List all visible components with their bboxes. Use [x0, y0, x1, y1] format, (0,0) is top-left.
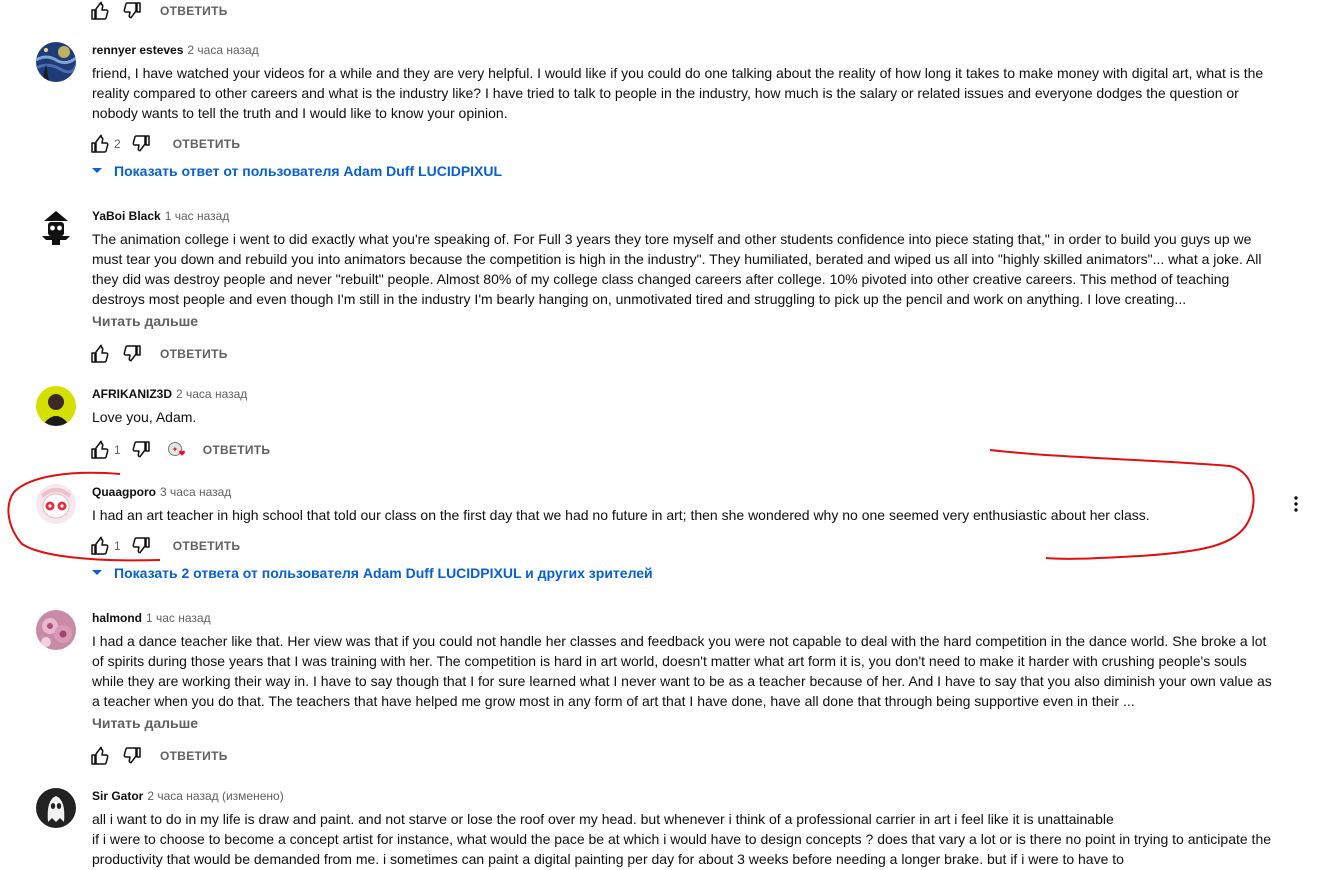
comment-time[interactable]: 1 час назад: [146, 611, 211, 625]
svg-text:✦: ✦: [171, 445, 178, 454]
comment-text: The animation college i went to did exac…: [92, 231, 1262, 307]
comment-text: friend, I have watched your videos for a…: [92, 65, 1264, 121]
reply-button[interactable]: ОТВЕТИТЬ: [160, 4, 228, 18]
expand-triangle-icon: [92, 570, 102, 575]
comment-author[interactable]: halmond 1 час назад: [92, 611, 211, 625]
expand-triangle-icon: [92, 168, 102, 173]
person-avatar-image: [36, 386, 76, 426]
comment-author[interactable]: AFRIKANIZ3D 2 часа назад: [92, 387, 247, 401]
comment-author[interactable]: Sir Gator 2 часа назад (изменено): [92, 789, 284, 803]
show-replies-label[interactable]: Показать 2 ответа от пользователя Adam D…: [114, 565, 653, 581]
author-name[interactable]: rennyer esteves: [92, 43, 183, 57]
avatar[interactable]: [36, 610, 76, 650]
comment-author[interactable]: Quaagporo 3 часа назад: [92, 485, 231, 499]
creator-heart-icon: ✦: [167, 442, 185, 456]
comment-text-line-2: if i were to choose to become a concept …: [92, 831, 1272, 867]
comment-text: I had a dance teacher like that. Her vie…: [92, 633, 1272, 709]
avatar[interactable]: [36, 208, 76, 248]
comment-actions: ОТВЕТИТЬ: [88, 342, 228, 366]
comment-time[interactable]: 2 часа назад (изменено): [147, 789, 283, 803]
red-annotation-circle: [7, 449, 1255, 562]
read-more-button[interactable]: Читать дальше: [92, 313, 198, 329]
reply-button[interactable]: ОТВЕТИТЬ: [203, 443, 271, 457]
comment-time[interactable]: 3 часа назад: [160, 485, 231, 499]
show-replies-button[interactable]: Показать 2 ответа от пользователя Adam D…: [88, 563, 653, 583]
like-count: 1: [114, 539, 121, 553]
comment-author[interactable]: YaBoi Black 1 час назад: [92, 209, 229, 223]
show-replies-button[interactable]: Показать ответ от пользователя Adam Duff…: [88, 161, 502, 181]
show-replies-label[interactable]: Показать ответ от пользователя Adam Duff…: [114, 163, 502, 179]
thumb-down-icon[interactable]: [129, 438, 153, 462]
thumb-down-icon[interactable]: [120, 0, 144, 23]
ghost-avatar-image: [36, 788, 76, 828]
like-count: 2: [114, 137, 121, 151]
comment-actions: 1 ✦ ОТВЕТИТЬ: [88, 438, 270, 462]
author-name[interactable]: Quaagporo: [92, 485, 156, 499]
comment-actions-top: ОТВЕТИТЬ: [88, 0, 228, 23]
thumb-up-icon[interactable]: [88, 0, 112, 23]
starry-night-avatar-image: [36, 42, 76, 82]
reply-button[interactable]: ОТВЕТИТЬ: [173, 539, 241, 553]
author-name[interactable]: AFRIKANIZ3D: [92, 387, 172, 401]
author-name[interactable]: halmond: [92, 611, 142, 625]
author-name[interactable]: Sir Gator: [92, 789, 143, 803]
flowers-avatar-image: [36, 610, 76, 650]
thumb-down-icon[interactable]: [129, 132, 153, 156]
thumb-up-icon[interactable]: [88, 132, 112, 156]
author-name[interactable]: YaBoi Black: [92, 209, 161, 223]
avatar[interactable]: [36, 386, 76, 426]
more-vert-icon[interactable]: [1284, 492, 1308, 516]
thumb-up-icon[interactable]: [88, 534, 112, 558]
thumb-up-icon[interactable]: [88, 744, 112, 768]
comment-author[interactable]: rennyer esteves 2 часа назад: [92, 43, 259, 57]
thumb-down-icon[interactable]: [120, 744, 144, 768]
comment-text-line-1: all i want to do in my life is draw and …: [92, 811, 1114, 827]
reply-button[interactable]: ОТВЕТИТЬ: [173, 137, 241, 151]
comment-time[interactable]: 2 часа назад: [176, 387, 247, 401]
thumb-down-icon[interactable]: [120, 342, 144, 366]
avatar[interactable]: [36, 42, 76, 82]
comment-text: Love you, Adam.: [92, 409, 197, 425]
comment-actions: 2 ОТВЕТИТЬ: [88, 132, 240, 156]
thumb-up-icon[interactable]: [88, 342, 112, 366]
thumb-up-icon[interactable]: [88, 438, 112, 462]
comment-time[interactable]: 1 час назад: [165, 209, 230, 223]
comment-time[interactable]: 2 часа назад: [187, 43, 258, 57]
thumb-down-icon[interactable]: [129, 534, 153, 558]
comment-actions: 1 ОТВЕТИТЬ: [88, 534, 240, 558]
avatar[interactable]: [36, 788, 76, 828]
reply-button[interactable]: ОТВЕТИТЬ: [160, 347, 228, 361]
comment-text: I had an art teacher in high school that…: [92, 507, 1150, 523]
reply-button[interactable]: ОТВЕТИТЬ: [160, 749, 228, 763]
skull-avatar-image: [36, 208, 76, 248]
read-more-button[interactable]: Читать дальше: [92, 715, 198, 731]
avatar[interactable]: [36, 484, 76, 524]
like-count: 1: [114, 443, 121, 457]
comment-actions: ОТВЕТИТЬ: [88, 744, 228, 768]
anime-avatar-image: [36, 484, 76, 524]
